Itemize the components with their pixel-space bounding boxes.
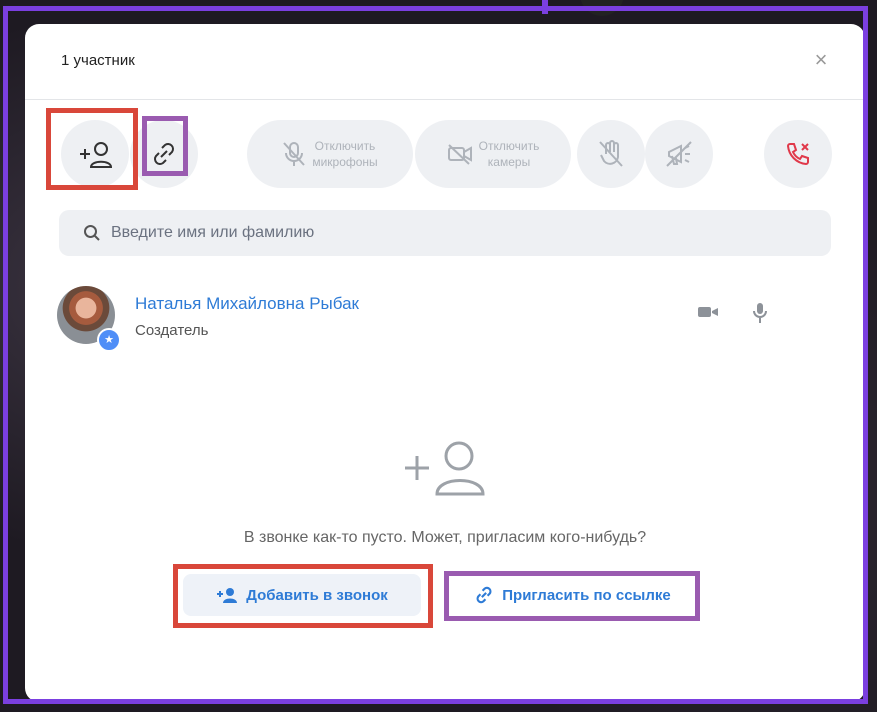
window-frame-notch xyxy=(542,0,548,14)
window-frame xyxy=(3,6,868,704)
